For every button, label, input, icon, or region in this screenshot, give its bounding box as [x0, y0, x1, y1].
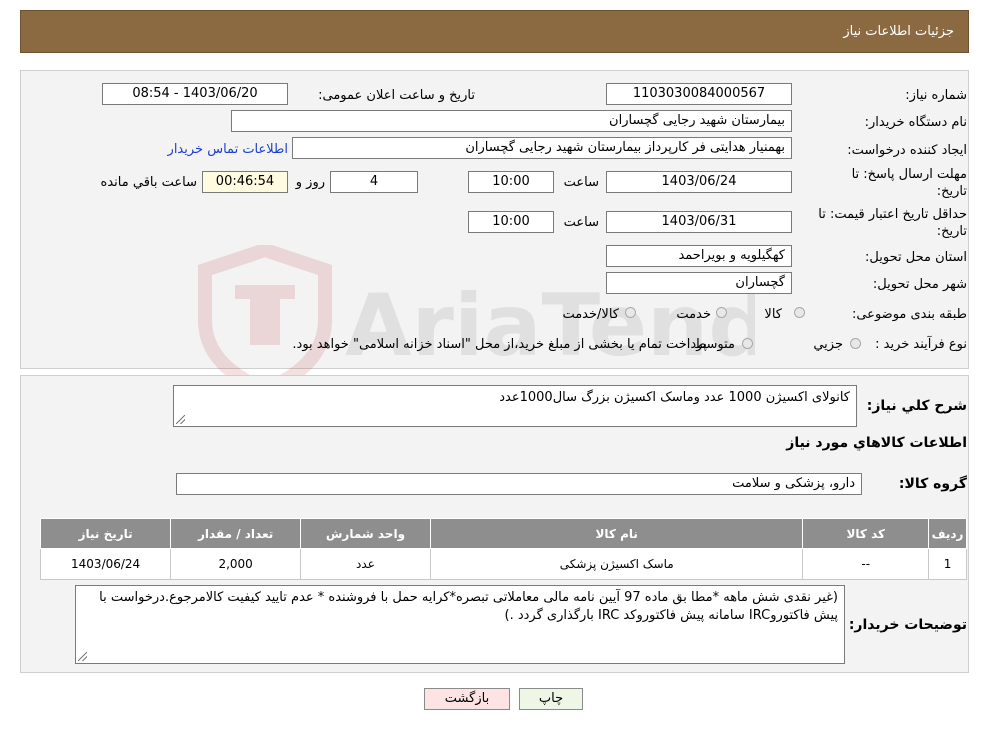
buyer-notes-label: توضیحات خریدار: — [848, 617, 967, 633]
purchase-option-minor: جزیي — [813, 337, 843, 352]
table-row: 1 -- ماسک اکسیژن پزشکی عدد 2,000 1403/06… — [39, 548, 967, 580]
print-button[interactable]: چاپ — [519, 688, 583, 710]
category-radio-goods-service[interactable] — [625, 307, 636, 318]
resize-grip-icon[interactable] — [176, 415, 185, 424]
remaining-time-field: 00:46:54 — [202, 171, 288, 193]
cell-need-date: 1403/06/24 — [39, 548, 172, 580]
buyer-contact-link[interactable]: اطلاعات تماس خریدار — [168, 142, 288, 157]
general-desc-text: کانولای اکسیژن 1000 عدد وماسک اکسیژن بزر… — [499, 390, 850, 405]
announce-datetime-label: تاریخ و ساعت اعلان عمومی: — [318, 88, 475, 103]
category-label: طبقه بندی موضوعی: — [851, 307, 967, 322]
purchase-type-label: نوع فرآیند خرید : — [875, 337, 967, 352]
buyer-org-label: نام دستگاه خریدار: — [864, 115, 967, 130]
col-goods-code: کد کالا — [802, 518, 930, 549]
category-option-service: خدمت — [676, 307, 711, 322]
page-header: جزئیات اطلاعات نیاز — [20, 10, 969, 53]
creator-label: ایجاد کننده درخواست: — [847, 143, 967, 158]
deadline-label: مهلت ارسال پاسخ: تا — [851, 167, 967, 182]
price-validity-time-label: ساعت — [563, 215, 599, 230]
price-validity-date-field: 1403/06/31 — [606, 211, 792, 233]
deadline-date-field: 1403/06/24 — [606, 171, 792, 193]
province-field: کهگیلویه و بویراحمد — [606, 245, 792, 267]
cell-unit: عدد — [300, 548, 431, 580]
price-validity-label: حداقل تاریخ اعتبار قیمت: تا — [818, 207, 967, 222]
deadline-time-label: ساعت — [563, 175, 599, 190]
purchase-radio-medium[interactable] — [742, 338, 753, 349]
cell-quantity: 2,000 — [170, 548, 301, 580]
city-field: گچساران — [606, 272, 792, 294]
category-radio-goods[interactable] — [794, 307, 805, 318]
buyer-notes-text: (غیر نقدی شش ماهه *مطا بق ماده 97 آیین ن… — [99, 590, 838, 623]
days-remaining-field: 4 — [330, 171, 418, 193]
general-desc-field: کانولای اکسیژن 1000 عدد وماسک اکسیژن بزر… — [173, 385, 857, 427]
cell-row-number: 1 — [928, 548, 967, 580]
need-number-label: شماره نیاز: — [905, 88, 967, 103]
col-quantity: تعداد / مقدار — [170, 518, 301, 549]
category-radio-service[interactable] — [716, 307, 727, 318]
purchase-note: پرداخت تمام یا بخشی از مبلغ خرید،از محل … — [292, 337, 707, 352]
need-number-field: 1103030084000567 — [606, 83, 792, 105]
col-unit: واحد شمارش — [300, 518, 431, 549]
announce-datetime-field: 1403/06/20 - 08:54 — [102, 83, 288, 105]
purchase-radio-minor[interactable] — [850, 338, 861, 349]
cell-goods-name: ماسک اکسیژن پزشکی — [429, 548, 804, 580]
col-goods-name: نام کالا — [429, 518, 804, 549]
cell-goods-code: -- — [802, 548, 930, 580]
goods-group-field: دارو، پزشکی و سلامت — [176, 473, 862, 495]
deadline-time-field: 10:00 — [468, 171, 554, 193]
province-label: استان محل تحویل: — [865, 250, 967, 265]
remaining-time-label: ساعت باقي مانده — [100, 175, 197, 190]
goods-group-label: گروه کالا: — [898, 476, 967, 492]
resize-grip-icon[interactable] — [78, 652, 87, 661]
deadline-label-date: تاریخ: — [936, 184, 967, 199]
buyer-org-field: بیمارستان شهید رجایی گچساران — [231, 110, 792, 132]
days-label: روز و — [295, 175, 325, 190]
city-label: شهر محل تحویل: — [872, 277, 967, 292]
category-option-goods: کالا — [764, 307, 782, 322]
price-validity-time-field: 10:00 — [468, 211, 554, 233]
col-row-number: ردیف — [928, 518, 967, 549]
general-desc-label: شرح کلي نیاز: — [866, 398, 967, 414]
goods-info-title: اطلاعات کالاهاي مورد نیاز — [786, 435, 967, 451]
table-header-row: ردیف کد کالا نام کالا واحد شمارش تعداد /… — [39, 518, 967, 549]
creator-field: بهمنیار هدایتی فر کارپرداز بیمارستان شهی… — [292, 137, 792, 159]
category-option-goods-service: کالا/خدمت — [562, 307, 619, 322]
buyer-notes-field: (غیر نقدی شش ماهه *مطا بق ماده 97 آیین ن… — [75, 585, 845, 664]
page-title: جزئیات اطلاعات نیاز — [843, 24, 954, 39]
col-need-date: تاریخ نیاز — [39, 518, 172, 549]
back-button[interactable]: بازگشت — [424, 688, 510, 710]
goods-table: ردیف کد کالا نام کالا واحد شمارش تعداد /… — [39, 518, 967, 580]
price-validity-label-date: تاریخ: — [936, 224, 967, 239]
